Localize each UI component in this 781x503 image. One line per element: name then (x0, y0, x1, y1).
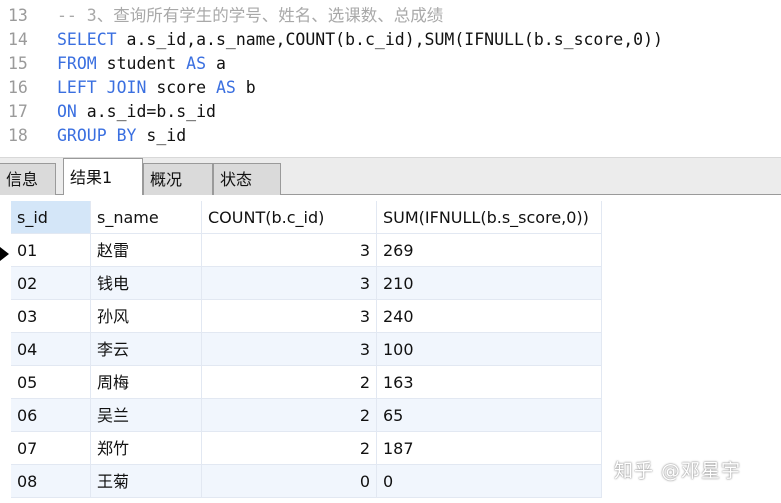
sql-text: score (146, 78, 216, 97)
sql-text: b (235, 78, 256, 97)
sql-keyword: LEFT JOIN (57, 78, 147, 97)
sql-text: s_id (136, 126, 187, 145)
column-header-sum[interactable]: SUM(IFNULL(b.s_score,0)) (377, 201, 602, 234)
tab-status[interactable]: 状态 (213, 163, 281, 195)
tab-result1[interactable]: 结果1 (63, 158, 143, 196)
cell-s-id[interactable]: 04 (11, 333, 91, 366)
row-indicator-column (0, 195, 11, 503)
line-number: 13 (8, 6, 28, 25)
sql-keyword: ON (57, 102, 77, 121)
cell-s-id[interactable]: 06 (11, 399, 91, 432)
cell-s-id[interactable]: 08 (11, 465, 91, 498)
cell-count[interactable]: 0 (202, 465, 377, 498)
cell-sum[interactable]: 100 (377, 333, 602, 366)
cell-s-name[interactable]: 王菊 (91, 465, 202, 498)
code-text: -- 3、查询所有学生的学号、姓名、选课数、总成绩 (57, 4, 443, 28)
line-number: 14 (8, 30, 28, 49)
column-header-s-id[interactable]: s_id (11, 201, 91, 234)
cell-s-id[interactable]: 01 (11, 234, 91, 267)
sql-keyword: AS (215, 78, 236, 97)
cell-sum[interactable]: 187 (377, 432, 602, 465)
cell-count[interactable]: 2 (202, 366, 377, 399)
cell-count[interactable]: 3 (202, 267, 377, 300)
sql-keyword: FROM (57, 54, 97, 73)
cell-s-id[interactable]: 07 (11, 432, 91, 465)
cell-s-name[interactable]: 吴兰 (91, 399, 202, 432)
cell-s-name[interactable]: 赵雷 (91, 234, 202, 267)
sql-keyword: SELECT (57, 30, 117, 49)
sql-text: student (96, 54, 187, 73)
cell-s-name[interactable]: 李云 (91, 333, 202, 366)
line-number: 17 (8, 102, 28, 121)
sql-comment: -- 3、查询所有学生的学号、姓名、选课数、总成绩 (57, 6, 444, 25)
cell-count[interactable]: 3 (202, 333, 377, 366)
cell-s-id[interactable]: 02 (11, 267, 91, 300)
result-tab-bar: 信息 结果1 概况 状态 (0, 157, 781, 196)
cell-s-name[interactable]: 周梅 (91, 366, 202, 399)
cell-count[interactable]: 3 (202, 300, 377, 333)
code-text: ON a.s_id=b.s_id (57, 100, 216, 124)
sql-text: a.s_id=b.s_id (76, 102, 216, 121)
code-text: GROUP BY s_id (57, 124, 186, 148)
tab-info[interactable]: 信息 (0, 163, 56, 195)
cell-sum[interactable]: 0 (377, 465, 602, 498)
line-number: 16 (8, 78, 28, 97)
column-header-count[interactable]: COUNT(b.c_id) (202, 201, 377, 234)
line-number: 18 (8, 126, 28, 145)
line-number: 15 (8, 54, 28, 73)
sql-editor[interactable]: 13 -- 3、查询所有学生的学号、姓名、选课数、总成绩 14 SELECT a.s_… (0, 0, 781, 157)
tab-profile[interactable]: 概况 (143, 163, 213, 195)
cell-sum[interactable]: 210 (377, 267, 602, 300)
cell-s-name[interactable]: 郑竹 (91, 432, 202, 465)
cell-count[interactable]: 2 (202, 399, 377, 432)
code-text: SELECT a.s_id,a.s_name,COUNT(b.c_id),SUM… (57, 28, 663, 52)
sql-text: a (206, 54, 226, 73)
code-text: LEFT JOIN score AS b (57, 76, 256, 100)
cell-s-name[interactable]: 孙风 (91, 300, 202, 333)
cell-count[interactable]: 3 (202, 234, 377, 267)
sql-keyword: AS (186, 54, 207, 73)
cell-sum[interactable]: 269 (377, 234, 602, 267)
cell-sum[interactable]: 240 (377, 300, 602, 333)
sql-keyword: GROUP BY (57, 126, 137, 145)
cell-sum[interactable]: 65 (377, 399, 602, 432)
code-text: FROM student AS a (57, 52, 226, 76)
sql-text: a.s_id,a.s_name,COUNT(b.c_id),SUM(IFNULL… (116, 30, 663, 49)
column-header-s-name[interactable]: s_name (91, 201, 202, 234)
watermark: 知乎 @邓星宇 (614, 460, 742, 482)
cell-s-name[interactable]: 钱电 (91, 267, 202, 300)
arrow-right-icon (0, 247, 9, 261)
cell-count[interactable]: 2 (202, 432, 377, 465)
cell-sum[interactable]: 163 (377, 366, 602, 399)
cell-s-id[interactable]: 05 (11, 366, 91, 399)
cell-s-id[interactable]: 03 (11, 300, 91, 333)
